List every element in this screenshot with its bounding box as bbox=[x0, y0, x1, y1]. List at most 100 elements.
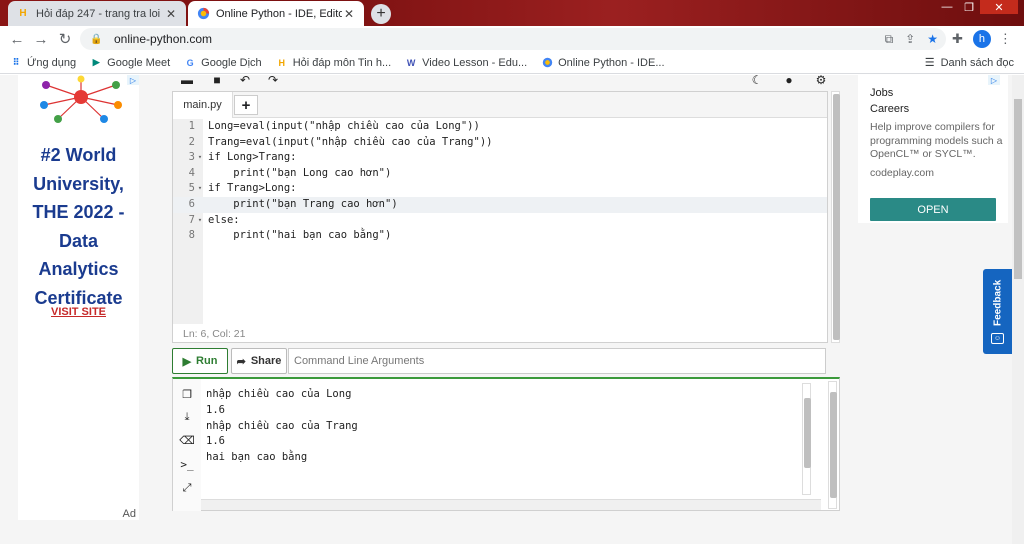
scrollbar-thumb[interactable] bbox=[833, 94, 840, 340]
file-tabs: main.py + bbox=[173, 92, 827, 118]
bookmark-hoidap[interactable]: H Hỏi đáp môn Tin h... bbox=[276, 57, 391, 69]
console-horizontal-scrollbar[interactable] bbox=[201, 499, 821, 510]
reading-list-icon: ☰ bbox=[924, 57, 935, 69]
close-icon[interactable]: ✕ bbox=[164, 7, 178, 21]
minimize-icon[interactable]: — bbox=[936, 0, 958, 14]
browser-tab-hoidap[interactable]: H Hỏi đáp 247 - trang tra loi ✕ bbox=[8, 1, 186, 26]
code-line: 3 ▾ if Long>Trang: bbox=[188, 151, 297, 164]
bookmark-video-lesson[interactable]: W Video Lesson - Edu... bbox=[405, 57, 527, 69]
python-icon bbox=[541, 57, 553, 69]
back-arrow-icon[interactable]: ← bbox=[8, 30, 26, 48]
save-icon[interactable]: ■ bbox=[206, 75, 228, 87]
tab-title: Hỏi đáp 247 - trang tra loi bbox=[36, 7, 161, 20]
ad-label: Ad bbox=[122, 508, 136, 520]
reload-icon[interactable]: ↻ bbox=[56, 30, 74, 48]
page-content: ▷ #2 World University, THE 2022 - Data A… bbox=[0, 75, 1024, 544]
share-button[interactable]: ➦ Share bbox=[231, 348, 287, 374]
reading-list-button[interactable]: ☰ Danh sách đọc bbox=[924, 56, 1014, 70]
redo-icon[interactable]: ↷ bbox=[262, 75, 284, 87]
python-ide: ▬ ■ ↶ ↷ ☾ ● ⚙ main.py + 1 Long=eval(input… bbox=[172, 75, 840, 520]
window-controls: — ❐ ✕ bbox=[936, 0, 1018, 14]
bookmark-google-dich[interactable]: G Google Dịch bbox=[184, 57, 262, 69]
code-line: 5 ▾ if Trang>Long: bbox=[188, 182, 297, 195]
copy-icon[interactable]: ❐ bbox=[180, 387, 194, 401]
feedback-tab[interactable]: Feedback ☺ bbox=[983, 269, 1012, 354]
play-icon: ▶ bbox=[182, 355, 192, 368]
scrollbar-thumb[interactable] bbox=[1014, 99, 1022, 279]
adchoices-icon[interactable]: ▷ bbox=[127, 75, 139, 85]
visit-site-link[interactable]: VISIT SITE bbox=[18, 306, 139, 318]
console-scrollbar[interactable] bbox=[802, 383, 811, 495]
right-ad-banner[interactable]: ▷ Jobs Careers Help improve compilers fo… bbox=[858, 75, 1008, 223]
close-icon[interactable]: ✕ bbox=[342, 7, 356, 21]
meet-icon: ▶ bbox=[92, 57, 100, 67]
clear-eraser-icon[interactable]: ⌫ bbox=[179, 433, 195, 447]
translate-icon[interactable]: ⧉ bbox=[885, 32, 894, 47]
browser-tab-strip: H Hỏi đáp 247 - trang tra loi ✕ Online P… bbox=[0, 0, 1024, 26]
video-icon: W bbox=[406, 57, 416, 68]
run-bar: ▶ Run ➦ Share bbox=[172, 348, 828, 374]
scrollbar-thumb[interactable] bbox=[804, 398, 811, 468]
page-scrollbar[interactable] bbox=[1012, 75, 1024, 544]
maximize-icon[interactable]: ❐ bbox=[958, 0, 980, 14]
address-bar[interactable]: 🔒 online-python.com ⧉ ⇪ ★ bbox=[80, 28, 946, 50]
undo-icon[interactable]: ↶ bbox=[234, 75, 256, 87]
extensions-puzzle-icon[interactable]: ✚ bbox=[952, 31, 963, 47]
ad-domain: codeplay.com bbox=[870, 167, 935, 179]
window-close-icon[interactable]: ✕ bbox=[980, 0, 1018, 14]
open-button[interactable]: OPEN bbox=[870, 198, 996, 221]
ad-description: Help improve compilers for programming m… bbox=[870, 121, 1003, 160]
share-icon[interactable]: ⇪ bbox=[905, 32, 915, 47]
translate-icon: G bbox=[186, 57, 194, 68]
ad-headline: #2 World University, THE 2022 - Data Ana… bbox=[32, 145, 125, 308]
hoidap-icon: H bbox=[19, 8, 27, 19]
add-file-button[interactable]: + bbox=[234, 95, 258, 115]
code-editor[interactable]: main.py + 1 Long=eval(input("nhập chiều c… bbox=[172, 91, 828, 343]
editor-scrollbar[interactable] bbox=[831, 91, 840, 343]
adchoices-icon[interactable]: ▷ bbox=[988, 75, 1000, 85]
bookmark-google-meet[interactable]: ▶ Google Meet bbox=[90, 57, 170, 69]
bookmark-star-icon[interactable]: ★ bbox=[927, 32, 938, 47]
new-tab-button[interactable]: + bbox=[371, 4, 391, 24]
url-text: online-python.com bbox=[114, 32, 213, 46]
settings-gear-icon[interactable]: ⚙ bbox=[810, 75, 832, 87]
ad-line-jobs: Jobs bbox=[870, 87, 894, 99]
command-line-arguments-input[interactable] bbox=[288, 348, 826, 374]
browser-tab-online-python[interactable]: Online Python - IDE, Editor, Compiler ✕ bbox=[188, 1, 364, 26]
file-tab-main[interactable]: main.py bbox=[173, 92, 233, 118]
bookmarks-bar: ⠿ Ứng dụng ▶ Google Meet G Google Dịch H… bbox=[0, 52, 1024, 74]
code-line-active: 6 print("bạn Trang cao hơn") bbox=[173, 196, 827, 213]
console-toolbar: ❐ ⤓ ⌫ >_ ⤢ bbox=[173, 379, 201, 511]
forward-arrow-icon[interactable]: → bbox=[32, 30, 50, 48]
feedback-label: Feedback bbox=[992, 279, 1004, 327]
feedback-chat-icon: ☺ bbox=[991, 333, 1004, 344]
open-folder-icon[interactable]: ▬ bbox=[176, 75, 198, 87]
apps-grid-icon: ⠿ bbox=[12, 57, 20, 67]
expand-icon[interactable]: ⤢ bbox=[180, 481, 194, 495]
download-icon[interactable]: ⤓ bbox=[180, 410, 194, 424]
terminal-icon[interactable]: >_ bbox=[180, 457, 194, 471]
bookmark-online-python[interactable]: Online Python - IDE... bbox=[541, 57, 665, 69]
menu-kebab-icon[interactable]: ⋮ bbox=[999, 31, 1012, 47]
tab-title: Online Python - IDE, Editor, Compiler bbox=[216, 7, 342, 20]
network-graphic-icon bbox=[40, 75, 122, 123]
profile-avatar[interactable]: h bbox=[972, 30, 991, 48]
run-button[interactable]: ▶ Run bbox=[172, 348, 228, 374]
code-line: 8 print("hai bạn cao bằng") bbox=[188, 229, 392, 242]
hoidap-icon: H bbox=[278, 57, 285, 68]
left-ad-banner[interactable]: ▷ #2 World University, THE 2022 - Data A… bbox=[18, 75, 139, 520]
ad-line-careers: Careers bbox=[870, 103, 910, 115]
cursor-status: Ln: 6, Col: 21 bbox=[183, 328, 246, 340]
scrollbar-thumb[interactable] bbox=[830, 392, 837, 498]
code-line: 7 ▾ else: bbox=[188, 213, 240, 226]
python-icon bbox=[196, 7, 210, 21]
console-outer-scrollbar[interactable] bbox=[828, 381, 837, 509]
dark-mode-moon-icon[interactable]: ☾ bbox=[746, 75, 768, 87]
code-area[interactable]: 1 Long=eval(input("nhập chiều cao của Lon… bbox=[173, 119, 827, 324]
info-icon[interactable]: ● bbox=[778, 75, 800, 87]
bookmark-apps[interactable]: ⠿ Ứng dụng bbox=[10, 57, 76, 69]
output-console[interactable]: ❐ ⤓ ⌫ >_ ⤢ nhập chiều cao của Long 1.6 nhậ… bbox=[172, 377, 840, 511]
lock-icon: 🔒 bbox=[90, 33, 103, 45]
code-line: 2 Trang=eval(input("nhập chiều cao của Tr… bbox=[188, 135, 493, 148]
ide-toolbar: ▬ ■ ↶ ↷ ☾ ● ⚙ bbox=[172, 75, 840, 89]
